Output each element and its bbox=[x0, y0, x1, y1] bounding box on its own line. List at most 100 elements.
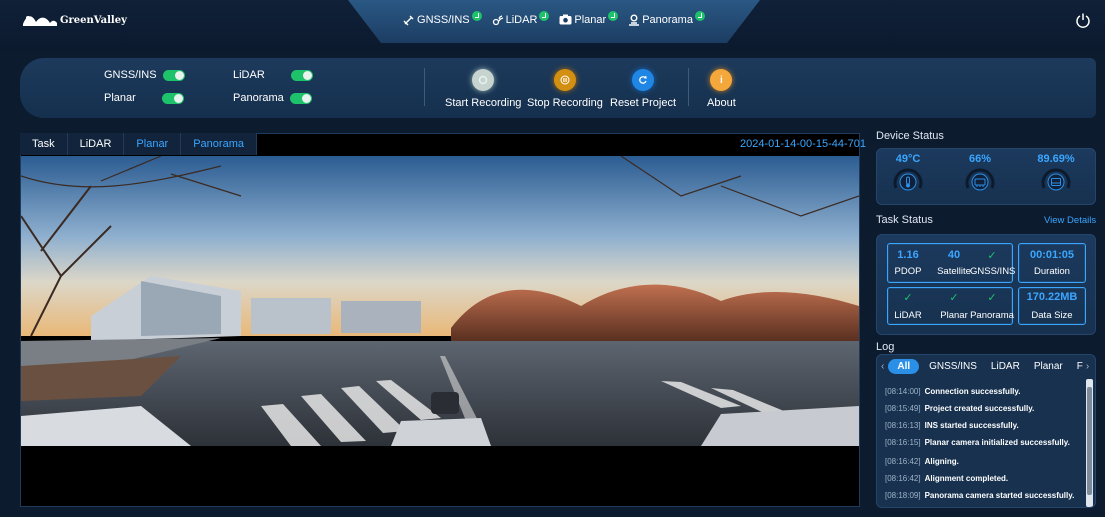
toggle-panorama[interactable]: Panorama bbox=[233, 92, 312, 104]
viewer-tabs: Task LiDAR Planar Panorama bbox=[20, 133, 257, 155]
memory-icon bbox=[965, 168, 995, 191]
module-status-panorama[interactable]: Panorama bbox=[628, 10, 705, 26]
log-tab-overflow[interactable]: F bbox=[1077, 361, 1083, 372]
module-label: LiDAR bbox=[505, 13, 538, 26]
toggle-planar[interactable]: Planar bbox=[104, 92, 184, 104]
toggle-switch[interactable] bbox=[290, 69, 313, 81]
about-button[interactable]: i About bbox=[707, 69, 736, 109]
temperature-gauge: 49°C bbox=[883, 153, 933, 197]
toggle-switch[interactable] bbox=[289, 92, 312, 104]
top-bar: GreenValley GNSS/INS LiDAR Planar Panora… bbox=[0, 0, 1105, 50]
viewer-timestamp: 2024-01-14-00-15-44-701 bbox=[740, 138, 866, 150]
greenvalley-logo-icon bbox=[23, 16, 57, 26]
power-icon[interactable] bbox=[1075, 12, 1091, 28]
memory-gauge: 66% bbox=[955, 153, 1005, 197]
log-tab-lidar[interactable]: LiDAR bbox=[991, 361, 1020, 372]
module-status-lidar[interactable]: LiDAR bbox=[492, 10, 550, 26]
action-label: Start Recording bbox=[445, 97, 522, 109]
log-tabs: ‹ All GNSS/INS LiDAR Planar F › bbox=[877, 355, 1095, 377]
chevron-left-icon[interactable]: ‹ bbox=[881, 361, 884, 372]
log-tab-gnss[interactable]: GNSS/INS bbox=[929, 361, 977, 372]
pdop-value: 1.16 bbox=[897, 249, 919, 261]
log-entry: [08:16:15] Planar camera initialized succ… bbox=[885, 438, 1070, 447]
satellite-value: 40 bbox=[947, 249, 961, 261]
storage-icon bbox=[1041, 168, 1071, 191]
info-icon: i bbox=[710, 69, 733, 91]
panorama-image[interactable] bbox=[21, 156, 859, 446]
stop-recording-button[interactable]: Stop Recording bbox=[527, 69, 603, 109]
divider bbox=[424, 68, 425, 106]
reset-project-button[interactable]: Reset Project bbox=[610, 69, 676, 109]
log-entry: [08:14:00] Connection successfully. bbox=[885, 387, 1021, 396]
log-entry: [08:18:09] Panorama camera started succes… bbox=[885, 491, 1075, 500]
panorama-icon bbox=[629, 14, 640, 26]
panorama-label: Panorama bbox=[970, 310, 1014, 321]
log-tab-planar[interactable]: Planar bbox=[1034, 361, 1063, 372]
lidar-label: LiDAR bbox=[894, 310, 922, 321]
module-status-planar[interactable]: Planar bbox=[559, 10, 619, 26]
module-status-bar: GNSS/INS LiDAR Planar Panorama bbox=[348, 0, 760, 43]
thermometer-icon bbox=[893, 168, 923, 191]
log-tab-all[interactable]: All bbox=[888, 358, 920, 374]
toggle-lidar[interactable]: LiDAR bbox=[233, 69, 313, 81]
pause-icon bbox=[553, 69, 576, 91]
view-details-link[interactable]: View Details bbox=[1044, 215, 1096, 226]
duration-value: 00:01:05 bbox=[1029, 249, 1075, 261]
toggle-switch[interactable] bbox=[161, 92, 184, 104]
log-entry: [08:15:49] Project created successfully. bbox=[885, 404, 1035, 413]
data-size-label: Data Size bbox=[1031, 310, 1073, 321]
gauge-value: 89.69% bbox=[1037, 153, 1075, 165]
action-label: Reset Project bbox=[610, 97, 677, 109]
tab-panorama[interactable]: Panorama bbox=[181, 133, 257, 155]
pdop-label: PDOP bbox=[894, 266, 922, 277]
toggle-switch[interactable] bbox=[162, 69, 185, 81]
lidar-icon bbox=[492, 14, 503, 25]
brand-logo: GreenValley bbox=[22, 14, 127, 26]
tab-planar[interactable]: Planar bbox=[124, 133, 182, 155]
log-entry: [08:16:42] Alignment completed. bbox=[885, 474, 1009, 483]
log-entry: [08:16:42] Aligning. bbox=[885, 457, 959, 466]
camera-icon bbox=[559, 14, 572, 25]
toggle-label: Panorama bbox=[233, 92, 284, 104]
toggle-label: GNSS/INS bbox=[104, 69, 157, 81]
status-ok-icon bbox=[694, 10, 705, 21]
check-icon: ✓ bbox=[949, 292, 959, 304]
toggle-gnss[interactable]: GNSS/INS bbox=[104, 69, 185, 81]
action-label: Stop Recording bbox=[527, 97, 603, 109]
tab-task[interactable]: Task bbox=[20, 133, 68, 155]
brand-name: GreenValley bbox=[60, 14, 127, 26]
tab-lidar[interactable]: LiDAR bbox=[67, 133, 125, 155]
log-list: [08:14:00] Connection successfully. [08:1… bbox=[885, 387, 1083, 507]
gauge-value: 66% bbox=[968, 153, 992, 165]
gnss-label: GNSS/INS bbox=[970, 266, 1016, 277]
status-ok-icon bbox=[608, 10, 619, 21]
satellite-label: Satellite bbox=[937, 266, 971, 277]
start-recording-button[interactable]: Start Recording bbox=[445, 69, 521, 109]
log-scrollbar[interactable] bbox=[1086, 379, 1093, 507]
check-icon: ✓ bbox=[903, 292, 913, 304]
satellite-icon bbox=[403, 15, 414, 25]
log-title: Log bbox=[876, 341, 895, 353]
data-size-value: 170.22MB bbox=[1026, 291, 1078, 303]
chevron-right-icon[interactable]: › bbox=[1086, 361, 1089, 372]
storage-gauge: 89.69% bbox=[1027, 153, 1085, 197]
task-status-title: Task Status bbox=[876, 214, 933, 226]
module-label: Panorama bbox=[642, 13, 693, 26]
module-status-gnss[interactable]: GNSS/INS bbox=[403, 10, 482, 26]
check-icon: ✓ bbox=[987, 250, 997, 262]
module-label: GNSS/INS bbox=[417, 13, 470, 26]
scrollbar-thumb[interactable] bbox=[1087, 387, 1092, 495]
toggle-label: Planar bbox=[104, 92, 136, 104]
action-label: About bbox=[707, 97, 736, 109]
duration-label: Duration bbox=[1034, 266, 1070, 277]
gauge-value: 49°C bbox=[895, 153, 921, 165]
status-ok-icon bbox=[539, 10, 550, 21]
record-icon bbox=[472, 69, 495, 91]
log-panel: ‹ All GNSS/INS LiDAR Planar F › [08:14:0… bbox=[876, 354, 1096, 508]
divider bbox=[688, 68, 689, 106]
reset-icon bbox=[632, 69, 655, 91]
toggle-label: LiDAR bbox=[233, 69, 265, 81]
check-icon: ✓ bbox=[987, 292, 997, 304]
device-status-title: Device Status bbox=[876, 130, 944, 142]
log-entry: [08:16:13] INS started successfully. bbox=[885, 421, 1019, 430]
